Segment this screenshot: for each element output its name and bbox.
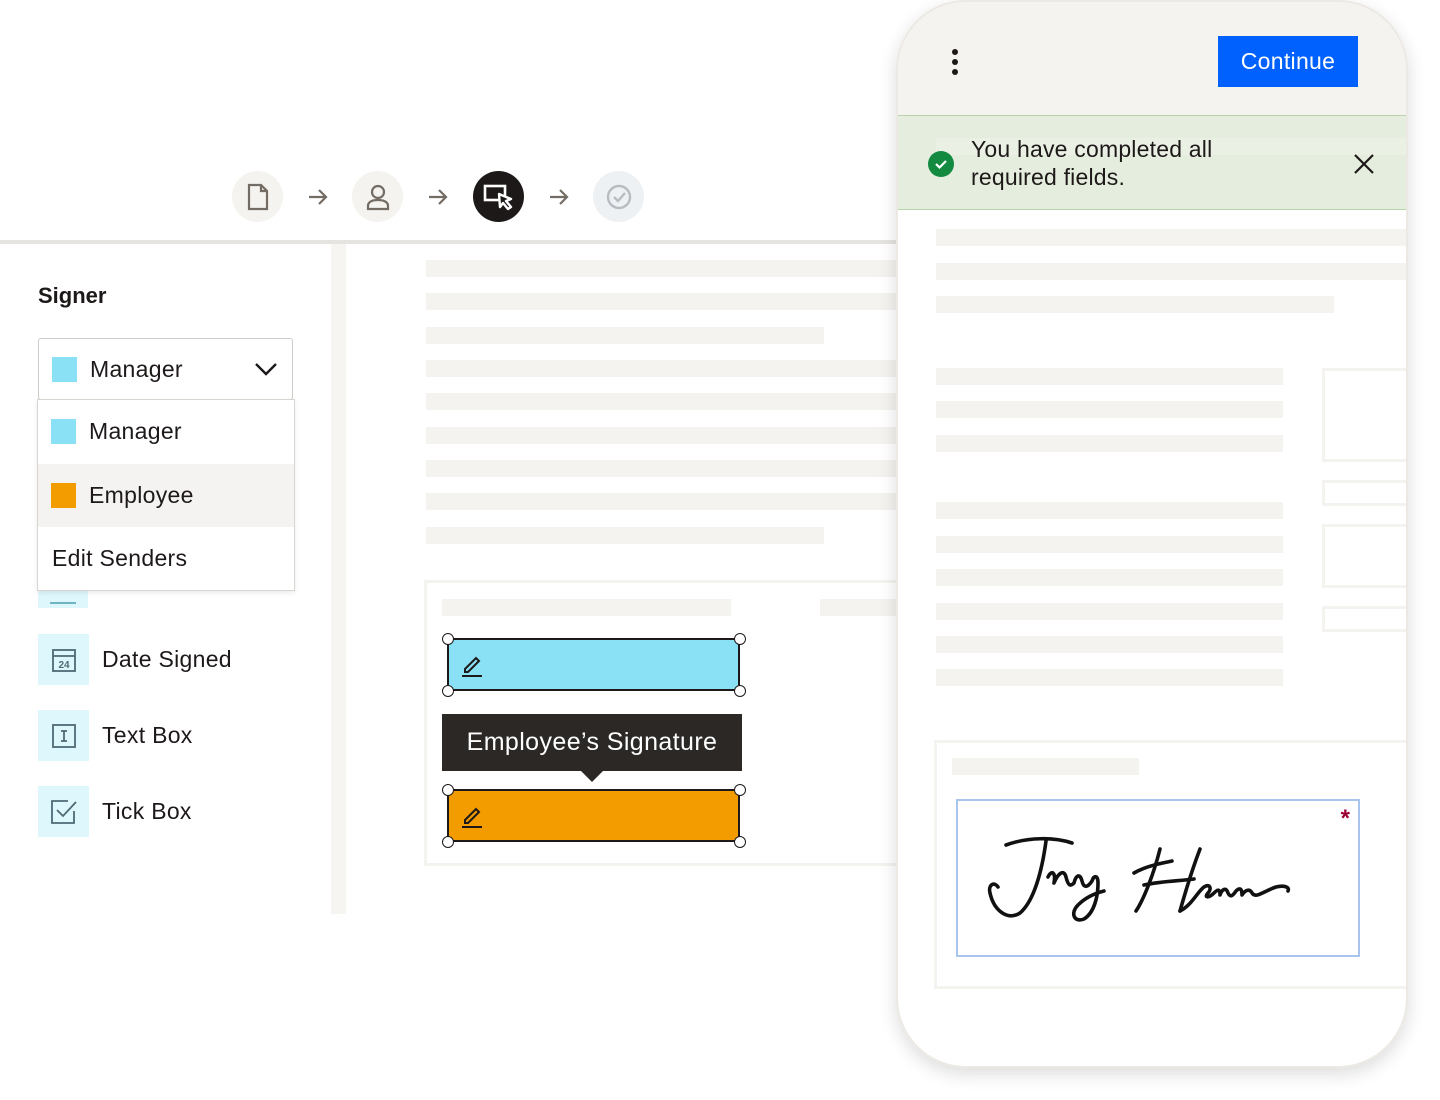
arrow-right-icon (550, 189, 569, 205)
doc-image-placeholder (1322, 368, 1406, 462)
resize-handle[interactable] (734, 685, 746, 697)
field-type-tick-box[interactable]: Tick Box (38, 786, 192, 837)
doc-text-line (426, 327, 824, 344)
chevron-down-icon (255, 363, 277, 376)
doc-text-line (426, 393, 900, 410)
doc-text-line (936, 263, 1406, 280)
check-circle-icon (606, 184, 631, 209)
mobile-preview: Continue You have completed all required… (896, 0, 1408, 1068)
step-recipients[interactable] (352, 171, 403, 222)
pen-icon (462, 807, 482, 828)
step-document[interactable] (232, 171, 283, 222)
doc-text-line (936, 502, 1283, 519)
dropdown-item-label: Manager (89, 418, 182, 444)
doc-text-line (936, 229, 1406, 246)
resize-handle[interactable] (442, 685, 454, 697)
doc-text-line (936, 435, 1283, 452)
dropdown-item-label: Employee (89, 482, 194, 508)
doc-field-placeholder (1322, 480, 1406, 506)
signer-select[interactable]: Manager (38, 338, 293, 400)
manager-color-swatch (51, 419, 76, 444)
cursor-select-icon (483, 184, 512, 210)
manager-signature-field[interactable] (447, 638, 740, 691)
dropdown-item-manager[interactable]: Manager (38, 400, 294, 463)
field-type-text-box[interactable]: Text Box (38, 710, 193, 761)
doc-text-line (426, 360, 900, 377)
employee-signature-field[interactable] (447, 789, 740, 842)
resize-handle[interactable] (442, 633, 454, 645)
doc-text-line (936, 296, 1334, 313)
handwritten-signature (987, 836, 1291, 922)
signer-dropdown-menu: Manager Employee Edit Senders (37, 399, 295, 591)
doc-text-line (936, 536, 1283, 553)
document-icon (247, 183, 268, 210)
resize-handle[interactable] (442, 836, 454, 848)
doc-text-line (426, 260, 900, 277)
doc-text-line (426, 293, 900, 310)
more-options-icon[interactable] (950, 49, 960, 77)
completion-banner: You have completed all required fields. (898, 115, 1406, 210)
resize-handle[interactable] (442, 784, 454, 796)
signer-color-swatch (52, 356, 77, 382)
sidebar-divider (331, 244, 346, 914)
svg-text:24: 24 (58, 660, 70, 671)
field-type-label: Tick Box (102, 798, 192, 824)
toolbar-divider (0, 240, 900, 244)
doc-text-line (936, 401, 1283, 418)
field-type-label: Text Box (102, 722, 193, 748)
success-check-icon (928, 151, 954, 177)
field-type-date-signed[interactable]: 24 Date Signed (38, 634, 232, 685)
calendar-icon: 24 (38, 634, 89, 685)
employee-color-swatch (51, 483, 76, 508)
continue-button[interactable]: Continue (1218, 36, 1358, 87)
checkbox-icon (38, 786, 89, 837)
resize-handle[interactable] (734, 784, 746, 796)
doc-text-line (936, 636, 1283, 653)
doc-text-line (426, 427, 900, 444)
pen-icon (462, 656, 482, 677)
signer-label: Signer (38, 283, 107, 308)
banner-message: You have completed all required fields. (971, 136, 1213, 190)
doc-text-line (936, 669, 1283, 686)
signature-input-box[interactable]: * (956, 799, 1360, 957)
field-tooltip: Employee’s Signature (442, 714, 742, 782)
arrow-right-icon (429, 189, 448, 205)
doc-text-line (442, 599, 731, 616)
arrow-right-icon (309, 189, 328, 205)
doc-text-line (936, 569, 1283, 586)
field-type-label: Date Signed (102, 646, 232, 672)
resize-handle[interactable] (734, 836, 746, 848)
dropdown-item-employee[interactable]: Employee (38, 464, 294, 527)
doc-text-line (820, 599, 900, 616)
doc-text-line (426, 493, 900, 510)
selected-signer: Manager (90, 355, 183, 382)
close-icon[interactable] (1352, 152, 1376, 176)
step-fields[interactable] (473, 171, 524, 222)
resize-handle[interactable] (734, 633, 746, 645)
step-review[interactable] (593, 171, 644, 222)
doc-text-line (952, 758, 1139, 775)
doc-image-placeholder (1322, 524, 1406, 588)
doc-text-line (936, 603, 1283, 620)
doc-field-placeholder (1322, 606, 1406, 632)
doc-text-line (426, 460, 900, 477)
doc-text-line (426, 527, 824, 544)
text-box-icon (38, 710, 89, 761)
dropdown-item-label: Edit Senders (52, 545, 188, 571)
dropdown-item-edit-senders[interactable]: Edit Senders (38, 527, 294, 590)
person-icon (366, 184, 389, 210)
doc-text-line (936, 368, 1283, 385)
